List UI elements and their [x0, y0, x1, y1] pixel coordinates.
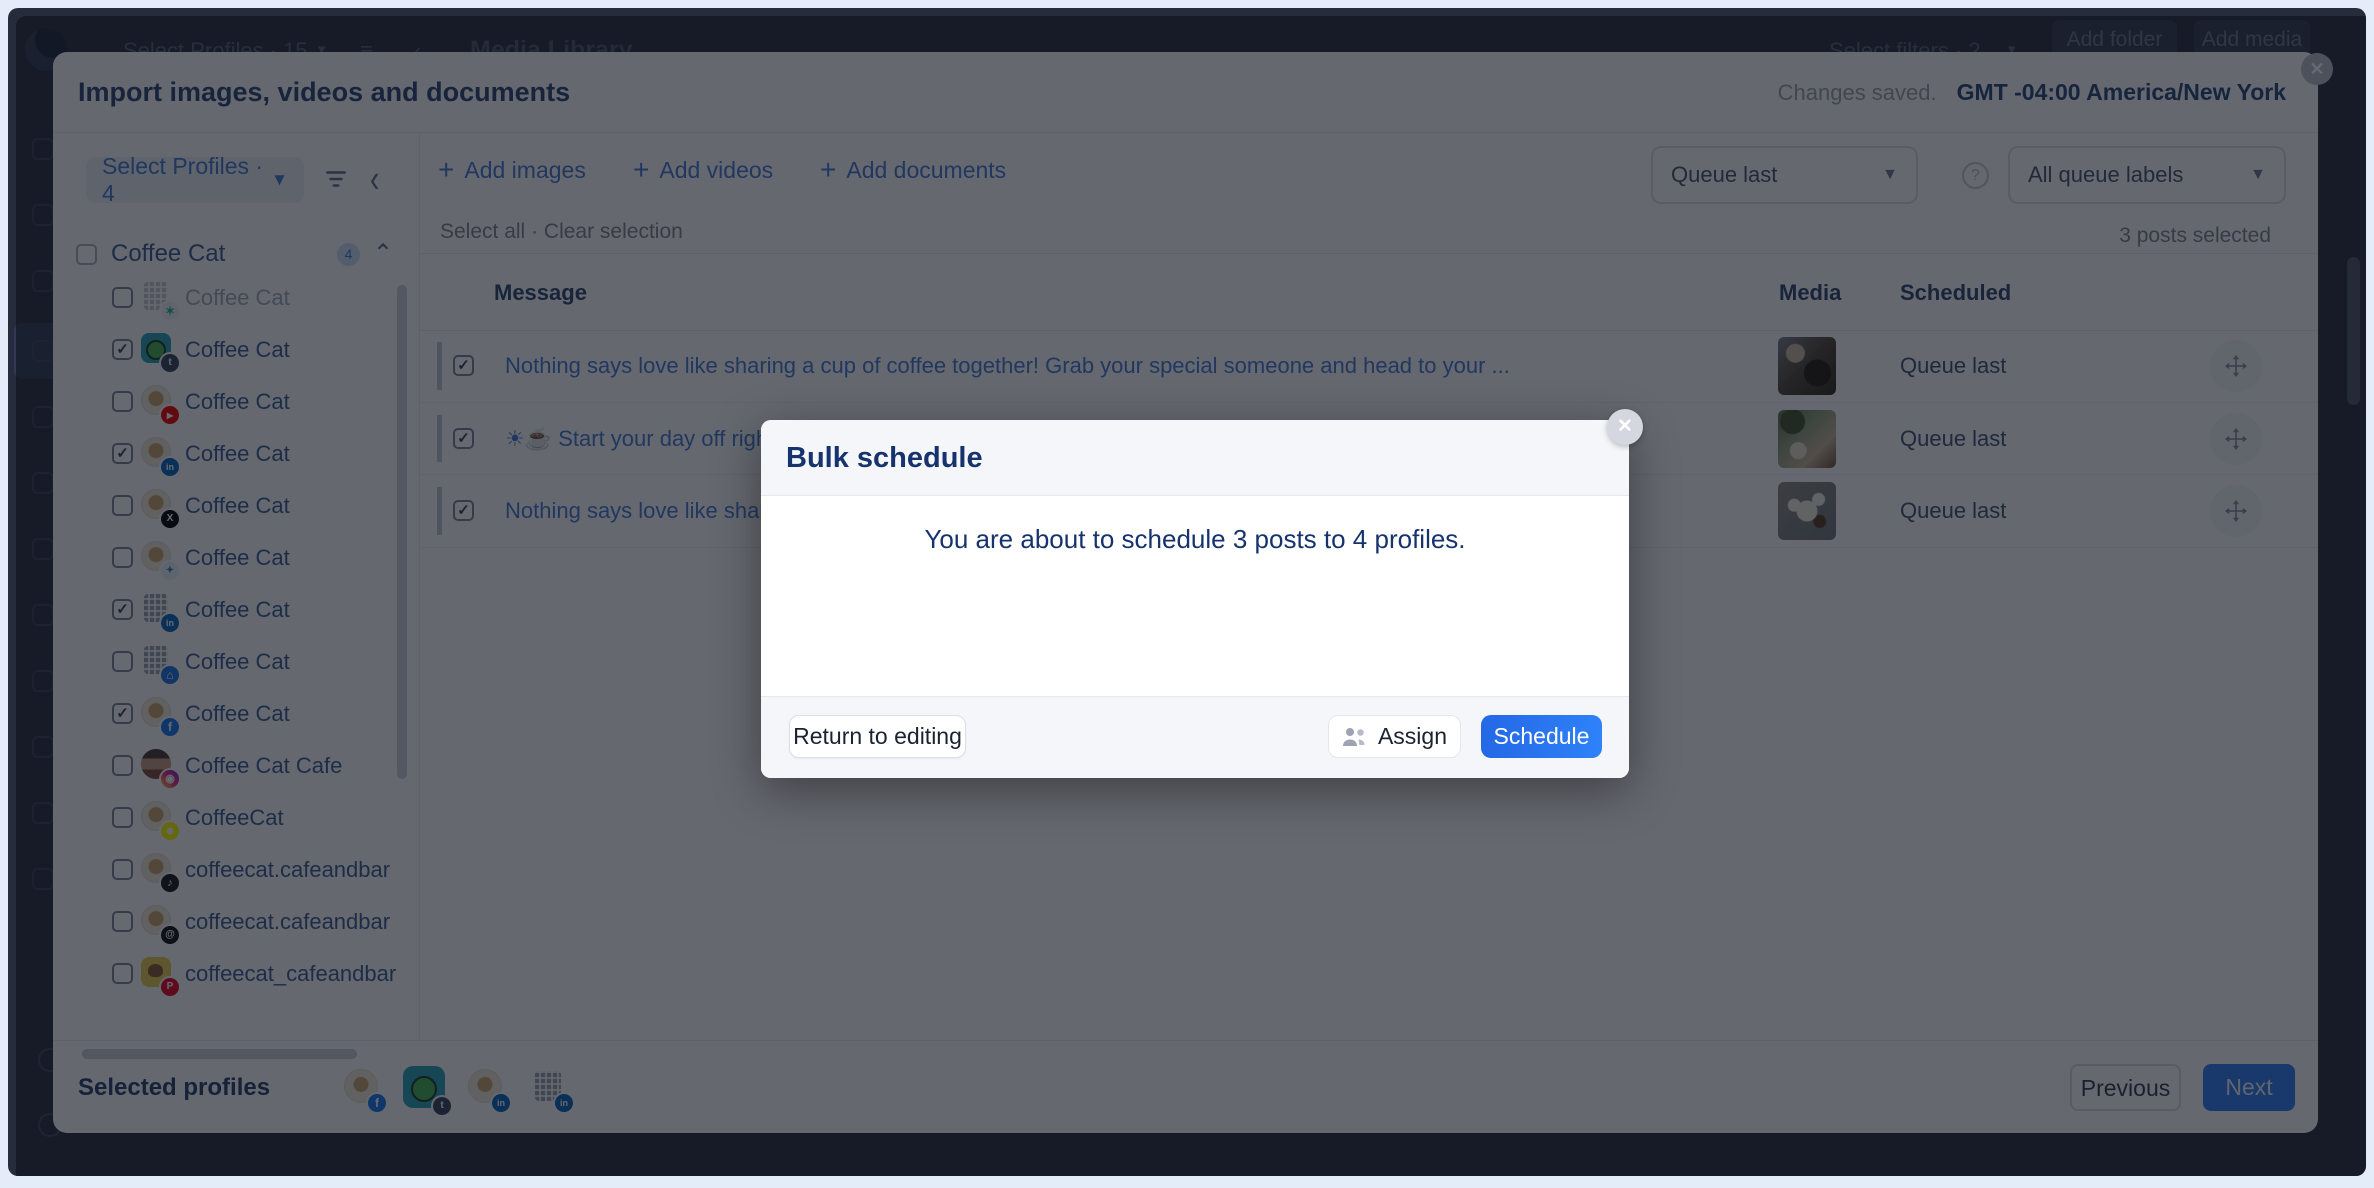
people-icon	[1342, 727, 1368, 747]
schedule-button[interactable]: Schedule	[1481, 715, 1602, 758]
return-to-editing-button[interactable]: Return to editing	[789, 715, 966, 758]
assign-label: Assign	[1378, 723, 1447, 750]
assign-button[interactable]: Assign	[1328, 715, 1461, 758]
modal-title: Bulk schedule	[786, 420, 983, 496]
modal-body: You are about to schedule 3 posts to 4 p…	[761, 496, 1629, 696]
modal-close-icon[interactable]: ✕	[1607, 409, 1643, 445]
modal-message: You are about to schedule 3 posts to 4 p…	[761, 524, 1629, 555]
app-window: Select Profiles · 15 ▾ ≡ ‹ Media Library…	[8, 8, 2366, 1176]
modal-footer: Return to editing Assign Schedule	[761, 696, 1629, 778]
bulk-schedule-modal: Bulk schedule You are about to schedule …	[761, 420, 1629, 778]
modal-header: Bulk schedule	[761, 420, 1629, 496]
